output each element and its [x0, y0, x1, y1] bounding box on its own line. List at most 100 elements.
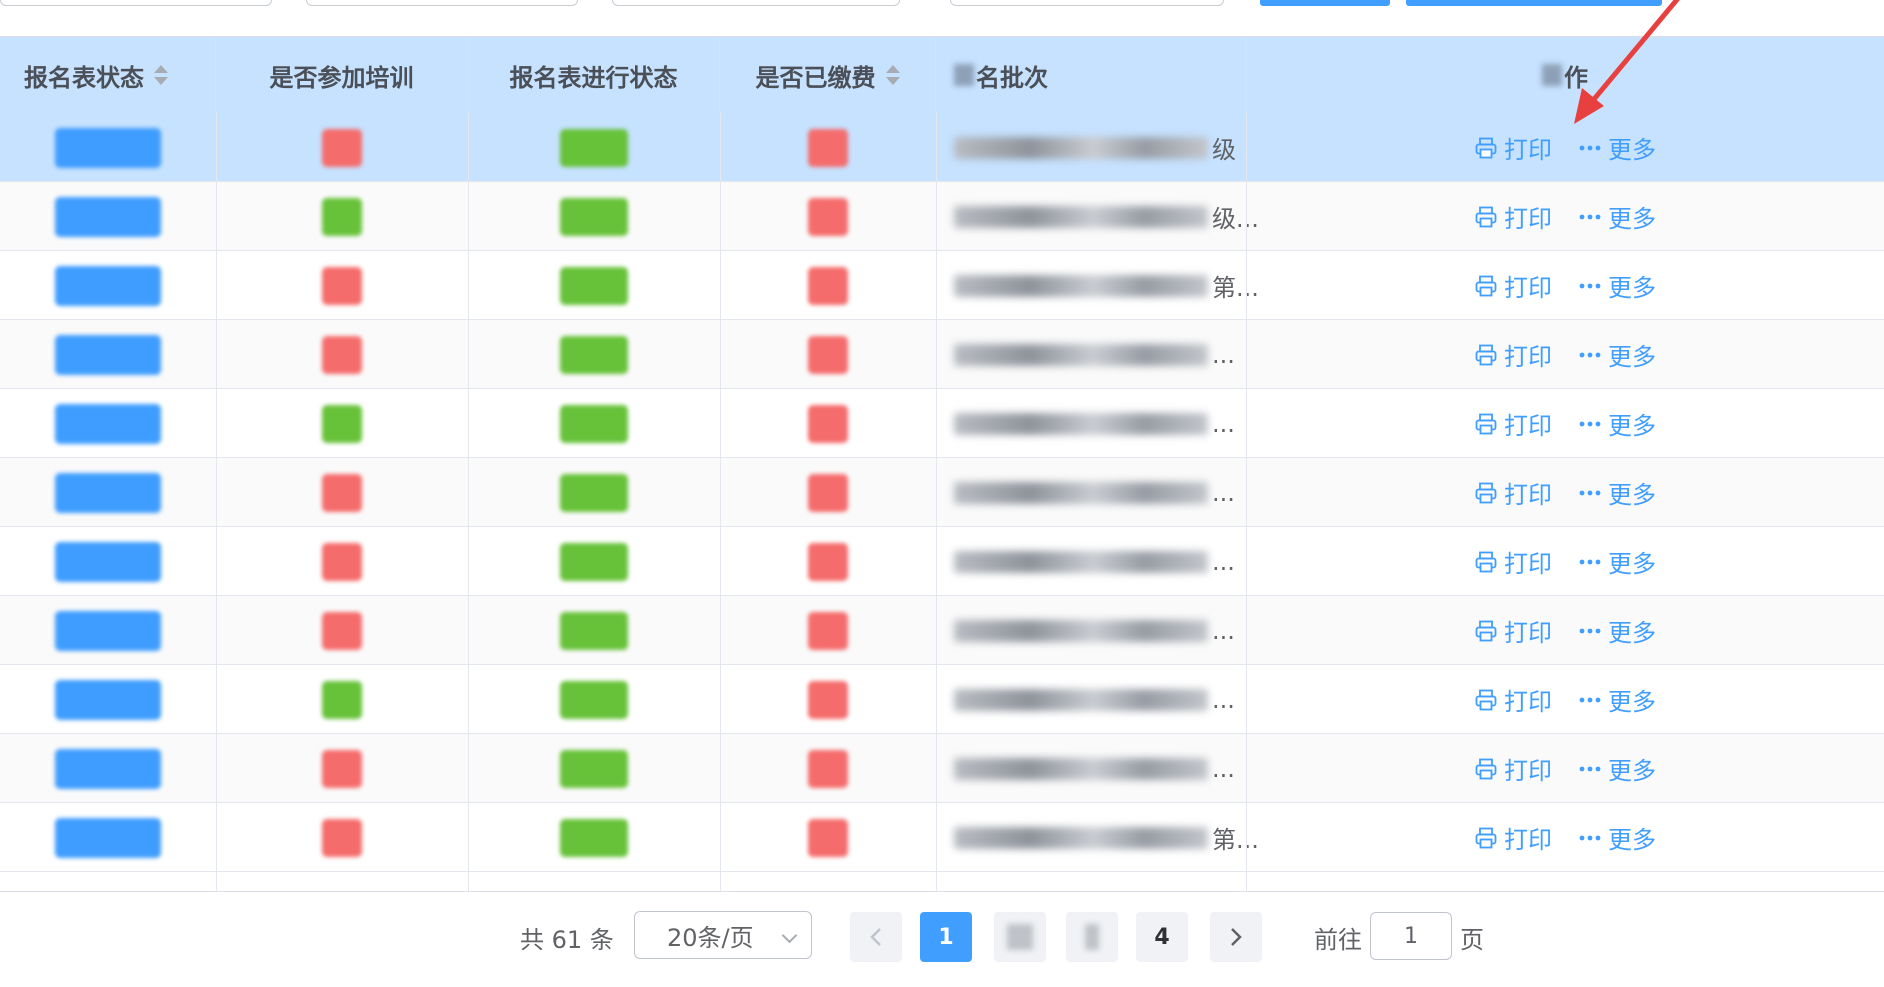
sort-icon[interactable]: [154, 64, 168, 86]
page-button-redacted[interactable]: [1066, 912, 1118, 962]
paid-tag-redacted: [808, 680, 848, 719]
progress-tag-redacted: [560, 749, 628, 788]
batch-text-suffix: ...: [1212, 547, 1235, 576]
more-button[interactable]: 更多: [1578, 337, 1656, 372]
print-button[interactable]: 打印: [1474, 475, 1552, 510]
reset-button[interactable]: [1406, 0, 1662, 6]
total-count: 共 61 条: [520, 926, 614, 954]
more-button[interactable]: 更多: [1578, 199, 1656, 234]
column-divider: [216, 113, 217, 891]
column-header-paid[interactable]: 是否已缴费: [720, 37, 936, 113]
status-cell: [0, 251, 216, 320]
actions-cell: 打印 更多: [1246, 596, 1884, 665]
progress-tag-redacted: [560, 611, 628, 650]
ellipsis-icon: [1579, 697, 1601, 702]
status-tag-redacted: [55, 679, 161, 720]
page-size-select[interactable]: 20条/页: [634, 911, 812, 959]
column-divider: [720, 113, 721, 891]
table-row[interactable]: 第... 打印 更多: [0, 251, 1884, 320]
paid-cell: [720, 251, 936, 320]
actions-cell: 打印 更多: [1246, 251, 1884, 320]
more-button[interactable]: 更多: [1578, 820, 1656, 855]
print-button[interactable]: 打印: [1474, 613, 1552, 648]
filter-input-4[interactable]: [950, 0, 1224, 6]
filter-input-2[interactable]: [306, 0, 578, 6]
print-button[interactable]: 打印: [1474, 820, 1552, 855]
table-row[interactable]: 级... 打印 更多: [0, 182, 1884, 251]
training-tag-redacted: [322, 749, 362, 788]
paid-tag-redacted: [808, 404, 848, 443]
table-row[interactable]: ... 打印 更多: [0, 734, 1884, 803]
paid-cell: [720, 596, 936, 665]
training-cell: [216, 251, 468, 320]
next-page-button[interactable]: [1210, 912, 1262, 962]
printer-icon: [1475, 482, 1497, 503]
progress-cell: [468, 320, 720, 389]
progress-cell: [468, 113, 720, 182]
page-button-current[interactable]: 1: [920, 912, 972, 962]
more-button[interactable]: 更多: [1578, 406, 1656, 441]
status-tag-redacted: [55, 334, 161, 375]
table-row[interactable]: ... 打印 更多: [0, 596, 1884, 665]
table-row[interactable]: ... 打印 更多: [0, 389, 1884, 458]
printer-icon: [1475, 689, 1497, 710]
filter-input-3[interactable]: [612, 0, 900, 6]
paid-tag-redacted: [808, 749, 848, 788]
table-row[interactable]: 第... 打印 更多: [0, 803, 1884, 872]
table-row[interactable]: ... 打印 更多: [0, 320, 1884, 389]
ellipsis-icon: [1579, 490, 1601, 495]
column-header-batch: 名批次: [936, 37, 1246, 113]
table-row[interactable]: ... 打印 更多: [0, 458, 1884, 527]
prev-page-button[interactable]: [850, 912, 902, 962]
batch-cell: ...: [936, 458, 1246, 527]
status-cell: [0, 182, 216, 251]
paid-cell: [720, 665, 936, 734]
table-row[interactable]: ... 打印 更多: [0, 665, 1884, 734]
printer-icon: [1475, 620, 1497, 641]
more-button[interactable]: 更多: [1578, 613, 1656, 648]
print-button[interactable]: 打印: [1474, 337, 1552, 372]
print-button[interactable]: 打印: [1474, 544, 1552, 579]
more-button[interactable]: 更多: [1578, 268, 1656, 303]
more-button[interactable]: 更多: [1578, 544, 1656, 579]
goto-page-input[interactable]: [1370, 912, 1452, 960]
print-button[interactable]: 打印: [1474, 682, 1552, 717]
batch-text-redacted: [954, 205, 1208, 228]
actions-cell: 打印 更多: [1246, 320, 1884, 389]
progress-cell: [468, 665, 720, 734]
batch-text-suffix: ...: [1212, 409, 1235, 438]
batch-text-suffix: ...: [1212, 616, 1235, 645]
status-cell: [0, 458, 216, 527]
ellipsis-icon: [1579, 421, 1601, 426]
status-cell: [0, 665, 216, 734]
sort-icon[interactable]: [885, 64, 900, 86]
page-button-redacted[interactable]: [994, 912, 1046, 962]
search-button[interactable]: [1260, 0, 1390, 6]
status-tag-redacted: [55, 541, 161, 582]
print-button[interactable]: 打印: [1474, 268, 1552, 303]
actions-cell: 打印 更多: [1246, 734, 1884, 803]
print-button[interactable]: 打印: [1474, 199, 1552, 234]
print-button[interactable]: 打印: [1474, 130, 1552, 165]
page-button-last[interactable]: 4: [1136, 912, 1188, 962]
more-button[interactable]: 更多: [1578, 475, 1656, 510]
filter-input-1[interactable]: [0, 0, 272, 6]
column-header-status[interactable]: 报名表状态: [0, 37, 216, 113]
more-button[interactable]: 更多: [1578, 751, 1656, 786]
more-button[interactable]: 更多: [1578, 130, 1656, 165]
table-row[interactable]: ... 打印 更多: [0, 527, 1884, 596]
status-cell: [0, 734, 216, 803]
table-row[interactable]: 级 打印 更多: [0, 113, 1884, 182]
training-tag-redacted: [322, 266, 362, 305]
batch-text-redacted: [954, 688, 1208, 711]
printer-icon: [1475, 137, 1497, 158]
batch-cell: ...: [936, 320, 1246, 389]
progress-cell: [468, 596, 720, 665]
batch-cell: 级: [936, 113, 1246, 182]
batch-text-redacted: [954, 412, 1208, 435]
training-tag-redacted: [322, 473, 362, 512]
more-button[interactable]: 更多: [1578, 682, 1656, 717]
status-tag-redacted: [55, 748, 161, 789]
print-button[interactable]: 打印: [1474, 406, 1552, 441]
print-button[interactable]: 打印: [1474, 751, 1552, 786]
